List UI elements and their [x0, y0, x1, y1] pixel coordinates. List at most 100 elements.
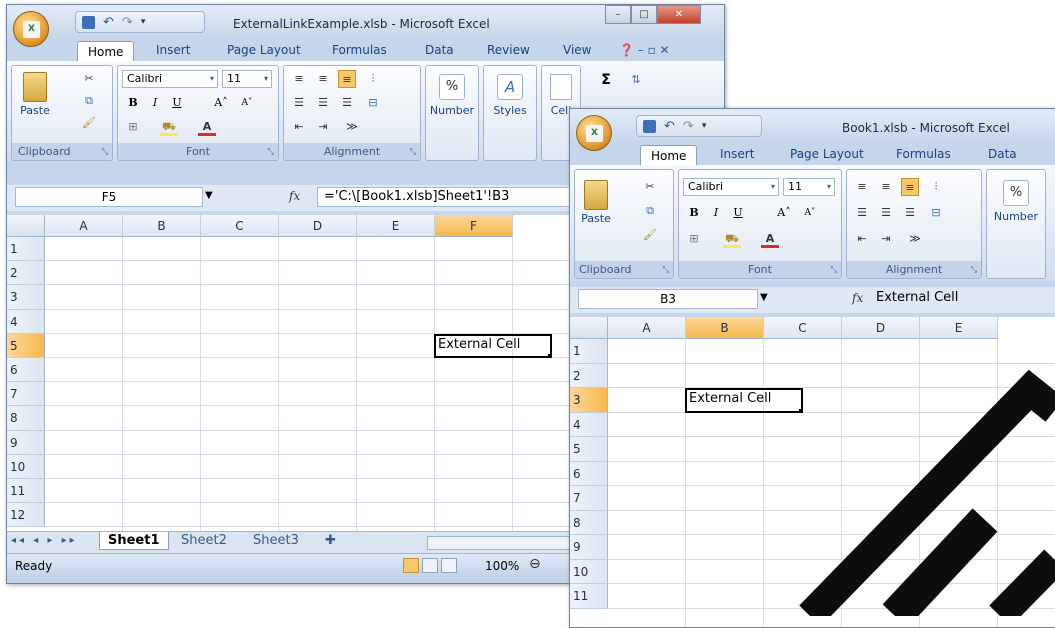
- row-header-2[interactable]: 2: [7, 261, 45, 286]
- paste-button[interactable]: Paste: [18, 72, 52, 117]
- dialog-launcher-icon[interactable]: ⤡: [102, 147, 108, 157]
- customize-qat-icon[interactable]: ▾: [141, 17, 146, 27]
- align-bottom-icon[interactable]: ≡: [901, 178, 919, 196]
- row-header-6[interactable]: 6: [570, 461, 608, 486]
- fill-color-icon[interactable]: ⛟: [723, 230, 741, 248]
- row-header-11[interactable]: 11: [570, 584, 608, 609]
- sheet-tab-3[interactable]: Sheet3: [245, 532, 307, 550]
- number-button[interactable]: % Number: [426, 74, 478, 117]
- sheet-tab-2[interactable]: Sheet2: [173, 532, 235, 550]
- align-middle-icon[interactable]: ≡: [314, 70, 332, 88]
- tab-home[interactable]: Home: [640, 145, 698, 166]
- column-header-b[interactable]: B: [686, 317, 764, 339]
- merge-icon[interactable]: ⊟: [927, 204, 945, 222]
- font-color-icon[interactable]: A: [198, 118, 216, 136]
- dialog-launcher-icon[interactable]: ⤡: [831, 265, 837, 275]
- bold-button[interactable]: B: [124, 94, 142, 112]
- italic-button[interactable]: I: [146, 94, 164, 112]
- row-header-11[interactable]: 11: [7, 479, 45, 504]
- fx-icon[interactable]: fx: [289, 189, 300, 203]
- align-middle-icon[interactable]: ≡: [877, 178, 895, 196]
- tab-page-layout[interactable]: Page Layout: [227, 43, 301, 57]
- fx-icon[interactable]: fx: [852, 291, 863, 305]
- tab-page-layout[interactable]: Page Layout: [790, 147, 864, 161]
- bold-button[interactable]: B: [685, 204, 703, 222]
- customize-qat-icon[interactable]: ▾: [702, 121, 707, 131]
- active-cell[interactable]: External Cell: [434, 333, 552, 358]
- row-header-8[interactable]: 8: [570, 510, 608, 535]
- align-right-icon[interactable]: ☰: [901, 204, 919, 222]
- cut-icon[interactable]: ✂: [641, 178, 659, 196]
- dialog-launcher-icon[interactable]: ⤡: [663, 265, 669, 275]
- undo-icon[interactable]: ↶: [103, 15, 114, 30]
- undo-icon[interactable]: ↶: [664, 119, 675, 134]
- underline-button[interactable]: U: [168, 94, 186, 112]
- number-button[interactable]: % Number: [987, 180, 1045, 223]
- name-box-dropdown-icon[interactable]: ▼: [205, 190, 213, 201]
- tab-view[interactable]: View: [563, 43, 591, 57]
- column-header-c[interactable]: C: [201, 215, 279, 237]
- tab-formulas[interactable]: Formulas: [896, 147, 951, 161]
- font-name-combobox[interactable]: Calibri ▾: [122, 70, 218, 88]
- font-color-icon[interactable]: A: [761, 230, 779, 248]
- autosum-icon[interactable]: Σ: [597, 71, 615, 89]
- row-header-7[interactable]: 7: [570, 486, 608, 511]
- column-header-a[interactable]: A: [45, 215, 123, 237]
- sheet-nav-icons[interactable]: ◂◂ ◂ ▸ ▸▸: [11, 535, 78, 546]
- borders-icon[interactable]: ⊞: [685, 230, 703, 248]
- select-all-corner[interactable]: [7, 215, 45, 237]
- column-header-e[interactable]: E: [920, 317, 998, 339]
- worksheet-grid[interactable]: A B C D E 1 2 3 4 5 6 7 8 9 10 11 External Cell: [570, 317, 1055, 627]
- page-break-view-icon[interactable]: [441, 558, 457, 573]
- row-header-3[interactable]: 3: [7, 285, 45, 310]
- orientation-icon[interactable]: ⫶: [927, 178, 945, 196]
- align-bottom-icon[interactable]: ≡: [338, 70, 356, 88]
- row-header-9[interactable]: 9: [570, 535, 608, 560]
- italic-button[interactable]: I: [707, 204, 725, 222]
- align-center-icon[interactable]: ☰: [877, 204, 895, 222]
- row-header-7[interactable]: 7: [7, 382, 45, 407]
- page-layout-view-icon[interactable]: [422, 558, 438, 573]
- dialog-launcher-icon[interactable]: ⤡: [971, 265, 977, 275]
- row-header-6[interactable]: 6: [7, 358, 45, 383]
- align-left-icon[interactable]: ☰: [853, 204, 871, 222]
- active-cell[interactable]: External Cell: [685, 388, 803, 413]
- row-header-5[interactable]: 5: [570, 437, 608, 462]
- fill-color-icon[interactable]: ⛟: [160, 118, 178, 136]
- align-right-icon[interactable]: ☰: [338, 94, 356, 112]
- font-name-combobox[interactable]: Calibri ▾: [683, 178, 779, 196]
- name-box[interactable]: F5: [15, 187, 203, 207]
- tab-home[interactable]: Home: [77, 41, 135, 62]
- cut-icon[interactable]: ✂: [80, 70, 98, 88]
- increase-indent-icon[interactable]: ⇥: [877, 230, 895, 248]
- maximize-icon[interactable]: □: [631, 5, 657, 24]
- underline-button[interactable]: U: [729, 204, 747, 222]
- tab-insert[interactable]: Insert: [156, 43, 190, 57]
- format-painter-icon[interactable]: 🖌: [80, 114, 98, 132]
- column-header-d[interactable]: D: [279, 215, 357, 237]
- insert-sheet-icon[interactable]: ✚: [317, 532, 344, 550]
- row-header-8[interactable]: 8: [7, 406, 45, 431]
- dialog-launcher-icon[interactable]: ⤡: [410, 147, 416, 157]
- office-button[interactable]: X: [13, 11, 49, 47]
- row-header-4[interactable]: 4: [570, 412, 608, 437]
- font-size-combobox[interactable]: 11 ▾: [783, 178, 835, 196]
- row-header-5[interactable]: 5: [7, 333, 45, 358]
- close-icon[interactable]: ✕: [657, 5, 701, 24]
- align-top-icon[interactable]: ≡: [290, 70, 308, 88]
- select-all-corner[interactable]: [570, 317, 608, 339]
- shrink-font-button[interactable]: A˅: [799, 204, 821, 222]
- tab-insert[interactable]: Insert: [720, 147, 754, 161]
- column-header-c[interactable]: C: [764, 317, 842, 339]
- orientation-icon[interactable]: ⫶: [364, 70, 382, 88]
- column-header-b[interactable]: B: [123, 215, 201, 237]
- office-button[interactable]: X: [576, 115, 612, 151]
- help-icon[interactable]: ❓ – ▫ ✕: [619, 43, 670, 57]
- decrease-indent-icon[interactable]: ⇤: [290, 118, 308, 136]
- name-box-dropdown-icon[interactable]: ▼: [760, 292, 768, 303]
- sort-filter-icon[interactable]: ⇅: [627, 71, 645, 89]
- tab-review[interactable]: Review: [487, 43, 530, 57]
- copy-icon[interactable]: ⧉: [641, 202, 659, 220]
- row-header-9[interactable]: 9: [7, 430, 45, 455]
- save-icon[interactable]: [82, 15, 95, 29]
